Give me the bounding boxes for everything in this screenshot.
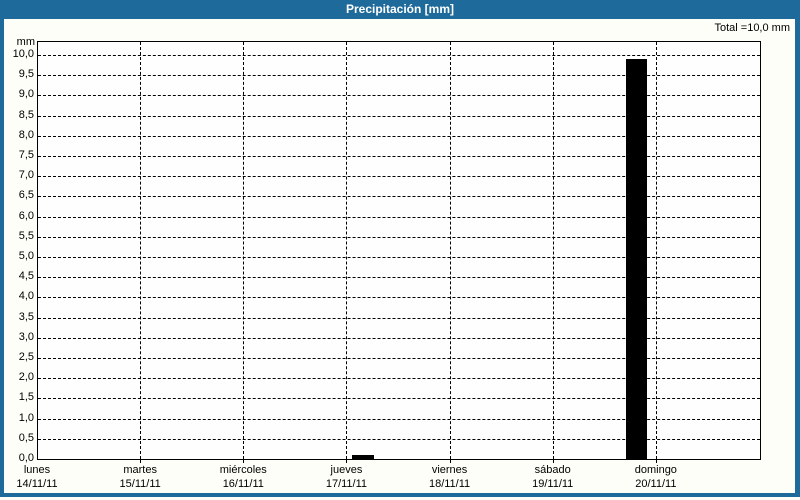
h-gridline [38, 75, 760, 76]
x-axis-tick [243, 460, 244, 463]
h-gridline [38, 318, 760, 319]
h-gridline [38, 95, 760, 96]
y-tick-label: 2,0 [0, 371, 34, 384]
day-date-label: 19/11/11 [502, 478, 604, 490]
plot-area [37, 41, 761, 460]
day-date-label: 17/11/11 [295, 478, 397, 490]
y-tick-label: 0,5 [0, 432, 34, 445]
y-tick-label: 10,0 [0, 48, 34, 61]
y-tick-label: 1,0 [0, 412, 34, 425]
day-date-label: 18/11/11 [399, 478, 501, 490]
h-gridline [38, 398, 760, 399]
h-gridline [38, 237, 760, 238]
day-name-label: viernes [399, 464, 501, 476]
y-tick-label: 3,5 [0, 311, 34, 324]
h-gridline [38, 156, 760, 157]
h-gridline [38, 378, 760, 379]
y-tick-label: 9,5 [0, 68, 34, 81]
h-gridline [38, 176, 760, 177]
day-date-label: 14/11/11 [0, 478, 88, 490]
day-name-label: miércoles [192, 464, 294, 476]
v-gridline [553, 42, 554, 459]
h-gridline [38, 217, 760, 218]
v-gridline [140, 42, 141, 459]
day-name-label: domingo [605, 464, 707, 476]
h-gridline [38, 358, 760, 359]
h-gridline [38, 419, 760, 420]
h-gridline [38, 338, 760, 339]
h-gridline [38, 277, 760, 278]
y-tick-label: 8,5 [0, 109, 34, 122]
y-tick-label: 8,0 [0, 129, 34, 142]
frame-border-right [795, 19, 800, 497]
h-gridline [38, 257, 760, 258]
total-precipitation-label: Total =10,0 mm [714, 22, 790, 34]
y-tick-label: 7,5 [0, 149, 34, 162]
y-tick-label: 3,0 [0, 331, 34, 344]
precipitation-bar [352, 455, 374, 459]
x-axis-tick [346, 460, 347, 463]
day-name-label: sábado [502, 464, 604, 476]
day-date-label: 20/11/11 [605, 478, 707, 490]
h-gridline [38, 297, 760, 298]
h-gridline [38, 116, 760, 117]
precipitation-chart-window: Precipitación [mm] Total =10,0 mm mm 0,0… [0, 0, 800, 500]
y-axis-unit-label: mm [0, 36, 35, 48]
h-gridline [38, 55, 760, 56]
day-name-label: martes [89, 464, 191, 476]
x-axis-tick [656, 460, 657, 463]
day-date-label: 16/11/11 [192, 478, 294, 490]
precipitation-bar [626, 59, 647, 459]
x-axis-tick [450, 460, 451, 463]
v-gridline [656, 42, 657, 459]
chart-title-bar: Precipitación [mm] [0, 0, 800, 19]
y-tick-label: 6,0 [0, 210, 34, 223]
y-tick-label: 9,0 [0, 88, 34, 101]
day-date-label: 15/11/11 [89, 478, 191, 490]
y-tick-label: 4,0 [0, 290, 34, 303]
h-gridline [38, 196, 760, 197]
y-tick-label: 2,5 [0, 351, 34, 364]
x-axis-tick [553, 460, 554, 463]
y-tick-label: 5,5 [0, 230, 34, 243]
v-gridline [243, 42, 244, 459]
day-name-label: lunes [0, 464, 88, 476]
frame-border-bottom [0, 493, 800, 497]
y-tick-label: 1,5 [0, 391, 34, 404]
y-tick-label: 5,0 [0, 250, 34, 263]
v-gridline [346, 42, 347, 459]
y-tick-label: 6,5 [0, 189, 34, 202]
y-tick-label: 7,0 [0, 169, 34, 182]
h-gridline [38, 136, 760, 137]
day-name-label: jueves [295, 464, 397, 476]
chart-title: Precipitación [mm] [346, 2, 454, 16]
v-gridline [450, 42, 451, 459]
x-axis-tick [140, 460, 141, 463]
y-tick-label: 4,5 [0, 270, 34, 283]
h-gridline [38, 439, 760, 440]
